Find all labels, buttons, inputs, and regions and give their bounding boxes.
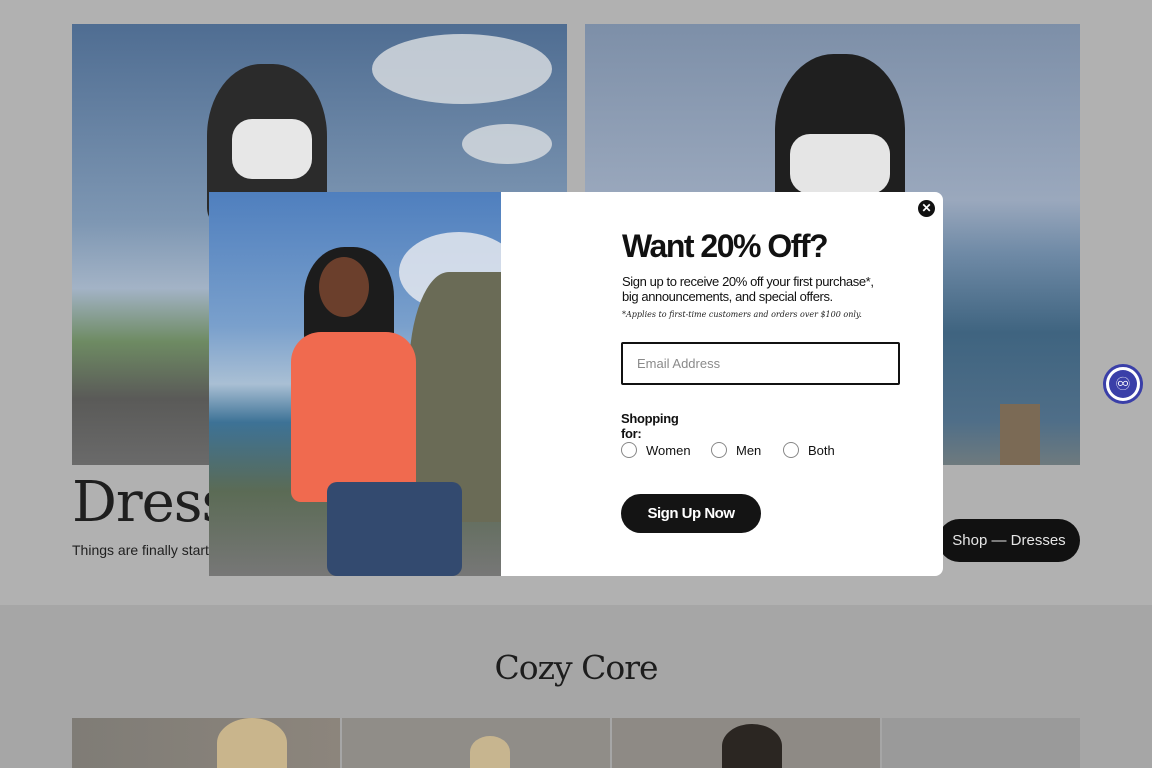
modal-image	[209, 192, 501, 576]
modal-description: Sign up to receive 20% off your first pu…	[622, 274, 874, 304]
close-icon[interactable]: ✕	[918, 200, 935, 217]
collection-title: Cozy Core	[494, 648, 658, 687]
shopping-for-label: Shopping for:	[621, 411, 679, 441]
shop-dresses-button[interactable]: Shop — Dresses	[938, 519, 1080, 562]
radio-icon[interactable]	[621, 442, 637, 458]
radio-women[interactable]: Women	[621, 442, 691, 458]
page: Dress t Things are finally starti Shop —…	[0, 0, 1152, 768]
radio-label: Men	[736, 442, 762, 458]
radio-men[interactable]: Men	[711, 442, 761, 458]
radio-icon[interactable]	[711, 442, 727, 458]
sign-up-button[interactable]: Sign Up Now	[621, 494, 761, 533]
radio-label: Women	[646, 442, 691, 458]
product-tile[interactable]	[612, 718, 880, 768]
modal-fine-print: *Applies to first-time customers and ord…	[622, 310, 862, 319]
hero-subtitle: Things are finally starti	[72, 542, 213, 558]
modal-title: Want 20% Off?	[622, 228, 829, 264]
radio-both[interactable]: Both	[783, 442, 835, 458]
radio-icon[interactable]	[783, 442, 799, 458]
radio-label: Both	[808, 442, 835, 458]
product-tile[interactable]	[342, 718, 610, 768]
product-tile[interactable]	[72, 718, 340, 768]
accessibility-icon[interactable]: ♾	[1103, 364, 1143, 404]
email-field[interactable]	[621, 342, 900, 385]
product-tile[interactable]	[882, 718, 1080, 768]
